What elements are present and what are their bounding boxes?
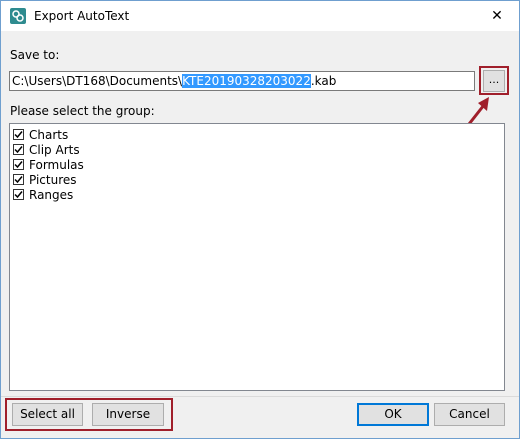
path-selected-text: KTE20190328203022: [182, 74, 311, 88]
group-item-pictures[interactable]: Pictures: [13, 172, 77, 187]
group-item-charts[interactable]: Charts: [13, 127, 68, 142]
group-item-clip-arts[interactable]: Clip Arts: [13, 142, 80, 157]
group-item-formulas[interactable]: Formulas: [13, 157, 84, 172]
dialog-content: Save to: C:\Users\DT168\Documents\KTE201…: [1, 31, 519, 438]
group-item-label: Pictures: [29, 172, 77, 187]
group-list: Charts Clip Arts Formulas Pictures Range…: [9, 123, 505, 391]
group-item-label: Formulas: [29, 157, 84, 172]
close-icon: ✕: [491, 8, 503, 24]
button-bar-divider: [1, 396, 519, 397]
group-item-label: Clip Arts: [29, 142, 80, 157]
group-item-ranges[interactable]: Ranges: [13, 187, 73, 202]
checkbox-checked-icon[interactable]: [13, 159, 24, 170]
ok-button[interactable]: OK: [357, 403, 429, 426]
selection-buttons-highlight-box: [5, 398, 173, 431]
group-select-label: Please select the group:: [10, 104, 155, 118]
group-item-label: Charts: [29, 127, 69, 142]
group-item-label: Ranges: [29, 187, 74, 202]
title-bar: Export AutoText ✕: [1, 1, 519, 31]
checkbox-checked-icon[interactable]: [13, 174, 24, 185]
checkbox-checked-icon[interactable]: [13, 144, 24, 155]
app-icon: [10, 8, 26, 24]
checkbox-checked-icon[interactable]: [13, 129, 24, 140]
browse-highlight-box: [479, 66, 509, 95]
export-autotext-dialog: Export AutoText ✕ Save to: C:\Users\DT16…: [0, 0, 520, 439]
path-prefix: C:\Users\DT168\Documents\: [12, 74, 183, 88]
save-to-label: Save to:: [10, 48, 60, 62]
save-path-field[interactable]: C:\Users\DT168\Documents\KTE201903282030…: [9, 71, 475, 91]
checkbox-checked-icon[interactable]: [13, 189, 24, 200]
close-button[interactable]: ✕: [475, 1, 519, 31]
window-title: Export AutoText: [34, 9, 130, 23]
cancel-button[interactable]: Cancel: [434, 403, 505, 426]
path-suffix: .kab: [310, 74, 337, 88]
